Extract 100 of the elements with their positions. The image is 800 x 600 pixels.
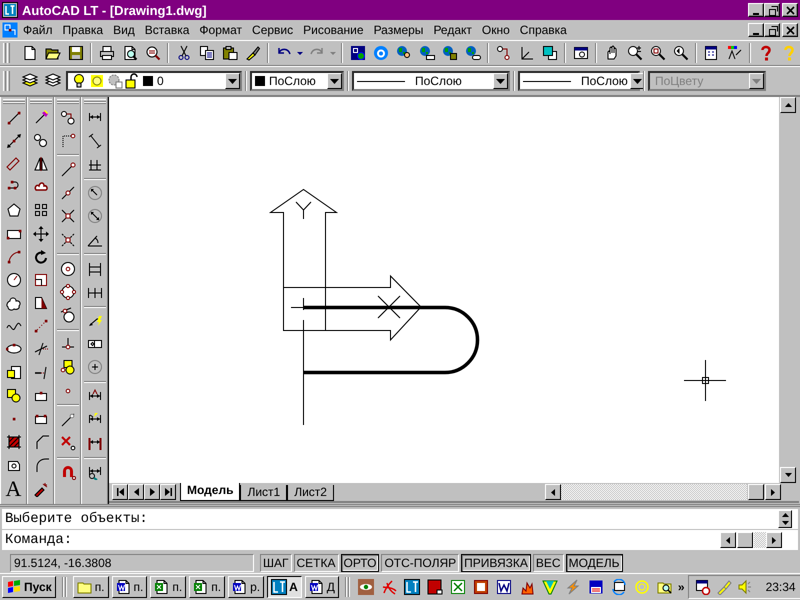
close-button[interactable] [782, 23, 798, 37]
scroll-right-button[interactable] [765, 484, 781, 500]
funnel-icon[interactable] [542, 579, 558, 595]
next-tab-button[interactable] [144, 484, 160, 500]
extend-icon[interactable] [32, 364, 48, 381]
layers-icon[interactable] [44, 73, 60, 89]
move-icon[interactable] [32, 226, 48, 242]
app-logo-icon[interactable] [2, 2, 18, 18]
arc-icon[interactable] [6, 248, 22, 265]
dropdown-button[interactable] [327, 73, 342, 89]
previous-tab-button[interactable] [128, 484, 144, 500]
toolbar-grip[interactable] [3, 43, 10, 63]
taskbar-grip[interactable] [344, 577, 350, 597]
baseline-dimension-icon[interactable] [86, 260, 102, 277]
scroll-up-button[interactable] [780, 97, 796, 113]
scroll-right-button[interactable] [766, 532, 782, 548]
calendar-icon[interactable] [426, 579, 443, 595]
document-icon[interactable] [496, 579, 512, 595]
taskbar-button[interactable]: п. [189, 576, 226, 598]
status-toggle[interactable]: ОРТО [340, 554, 380, 572]
plug-icon[interactable] [716, 579, 732, 595]
globe-printer-icon[interactable] [418, 45, 434, 61]
multiline-icon[interactable] [6, 156, 22, 172]
midpoint-snap-icon[interactable] [60, 185, 76, 202]
zoom-icon[interactable] [626, 45, 642, 61]
cloud-icon[interactable] [6, 295, 22, 312]
globe-figure-icon[interactable] [396, 45, 412, 61]
toolbar-grip[interactable] [84, 99, 106, 104]
last-tab-button[interactable] [160, 484, 176, 500]
menu-item[interactable]: Файл [18, 23, 58, 37]
new-file-icon[interactable] [22, 45, 38, 61]
menu-item[interactable]: Сервис [247, 23, 298, 37]
copy-icon[interactable] [198, 45, 214, 61]
horizontal-scrollbar[interactable] [720, 532, 782, 548]
scroll-down-button[interactable] [780, 467, 796, 483]
globe-link-icon[interactable] [464, 45, 480, 61]
axes-icon[interactable] [518, 45, 534, 61]
quadrant-snap-icon[interactable] [60, 284, 76, 300]
print-icon[interactable] [98, 45, 114, 61]
construction-line-icon[interactable] [6, 132, 22, 149]
scroll-thumb[interactable] [737, 532, 753, 548]
insertion-snap-icon[interactable] [60, 359, 76, 376]
browser-icon[interactable] [372, 45, 388, 61]
save-icon[interactable] [68, 45, 84, 61]
text-tool-icon[interactable]: A [6, 477, 22, 501]
menu-item[interactable]: Размеры [368, 23, 428, 37]
horizontal-scrollbar[interactable] [545, 484, 781, 500]
flame-icon[interactable] [518, 579, 535, 595]
close-button[interactable] [782, 3, 798, 17]
swirl-icon[interactable] [380, 579, 397, 595]
spell-check-icon[interactable] [144, 45, 160, 61]
scroll-left-button[interactable] [720, 532, 736, 548]
status-toggle[interactable]: ОТС-ПОЛЯР [381, 554, 460, 572]
center-snap-icon[interactable] [60, 260, 76, 277]
scale-icon[interactable] [32, 272, 48, 288]
taskbar-button[interactable]: п. [150, 576, 186, 598]
dimension-style-icon[interactable] [86, 464, 102, 480]
circle-icon[interactable] [6, 272, 22, 288]
start-button[interactable]: Пуск [2, 576, 56, 598]
menu-item[interactable]: Окно [476, 23, 515, 37]
layer-stack-icon[interactable] [22, 73, 38, 89]
vertical-scrollbar[interactable] [779, 97, 797, 483]
layer-dropdown[interactable]: 0 [66, 71, 242, 91]
mirror-icon[interactable] [32, 156, 48, 172]
zoom-previous-icon[interactable] [672, 45, 688, 61]
polyline[interactable] [303, 306, 480, 374]
menu-item[interactable]: Редакт [428, 23, 477, 37]
hatch-icon[interactable] [6, 434, 22, 450]
make-block-icon[interactable] [6, 364, 22, 381]
center-mark-icon[interactable] [86, 359, 102, 376]
taskbar-button[interactable]: A [267, 576, 302, 598]
status-toggle[interactable]: ВЕС [532, 554, 564, 572]
minimize-button[interactable] [748, 23, 764, 37]
menu-item[interactable]: Вставка [140, 23, 194, 37]
window-icon[interactable] [572, 45, 588, 61]
toolbar-grip[interactable] [2, 99, 24, 104]
sync-icon[interactable] [610, 579, 627, 595]
minimize-button[interactable] [748, 3, 764, 17]
scroll-left-button[interactable] [545, 484, 561, 500]
toolbar-grip[interactable] [56, 99, 78, 104]
color-dropdown[interactable]: ПоСлою [250, 71, 344, 91]
more-button[interactable]: » [678, 580, 685, 594]
nearest-snap-icon[interactable] [60, 412, 76, 428]
scroll-arrows[interactable] [778, 510, 792, 528]
eye-icon[interactable] [358, 579, 374, 595]
status-toggle[interactable]: СЕТКА [294, 554, 338, 572]
lengthen-icon[interactable] [32, 318, 48, 334]
array-icon[interactable] [32, 202, 48, 218]
clipboard-icon[interactable] [222, 45, 238, 61]
copy-circles-icon[interactable] [32, 132, 48, 149]
status-toggle[interactable]: МОДЕЛЬ [566, 554, 623, 572]
drawing-document-icon[interactable] [2, 22, 18, 38]
diameter-dimension-icon[interactable] [86, 208, 102, 224]
taskbar-button[interactable]: Д [304, 576, 339, 598]
taskbar-button[interactable]: п. [72, 576, 109, 598]
stretch-icon[interactable] [32, 295, 48, 312]
menu-item[interactable]: Вид [108, 23, 140, 37]
dropdown-button[interactable] [630, 73, 645, 89]
menu-item[interactable]: Формат [194, 23, 248, 37]
scroll-thumb[interactable] [748, 484, 764, 500]
